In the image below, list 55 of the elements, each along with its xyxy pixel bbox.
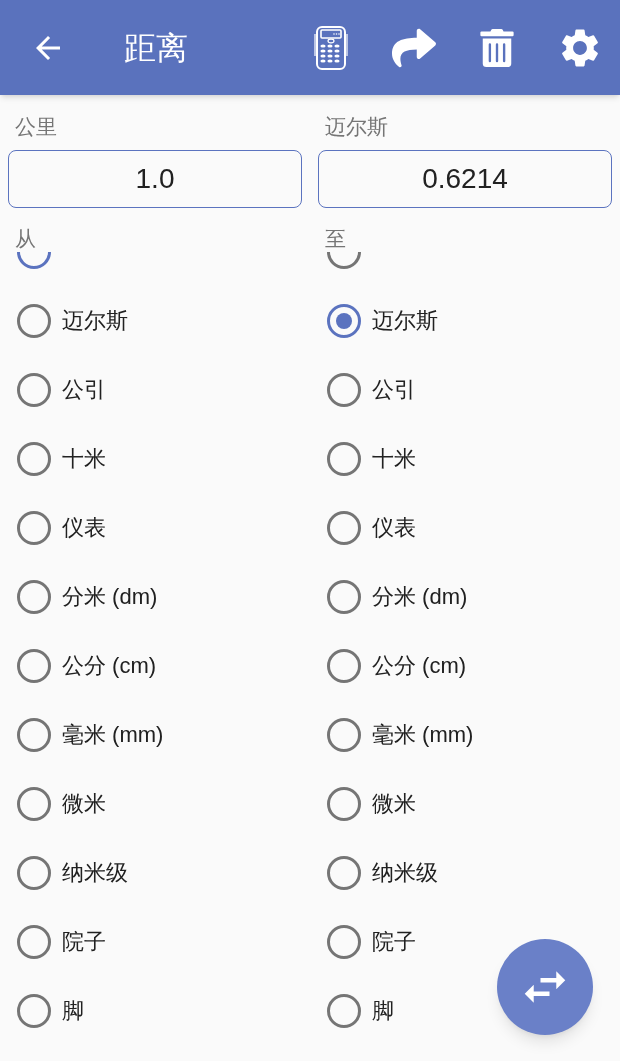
- radio-icon[interactable]: [327, 648, 361, 683]
- radio-icon[interactable]: [327, 441, 361, 476]
- trash-icon: [478, 28, 516, 67]
- unit-radio-option[interactable]: 微米: [17, 786, 106, 821]
- radio-icon[interactable]: [17, 441, 51, 476]
- unit-radio-option[interactable]: 院子: [17, 924, 106, 959]
- unit-radio-option[interactable]: 迈尔斯: [327, 303, 438, 338]
- unit-radio-option[interactable]: 十米: [17, 441, 106, 476]
- radio-icon[interactable]: [17, 648, 51, 683]
- radio-icon[interactable]: [17, 855, 51, 890]
- list-label: 至: [324, 227, 346, 251]
- calculator-icon: [314, 25, 348, 70]
- screen-title: 距离: [124, 28, 188, 68]
- value-field[interactable]: 1.0: [8, 150, 302, 208]
- unit-radio-option[interactable]: 微米: [327, 786, 416, 821]
- radio-icon[interactable]: [17, 579, 51, 614]
- unit-radio-option[interactable]: 仪表: [327, 510, 416, 545]
- unit-radio-option[interactable]: 毫米 (mm): [327, 717, 474, 752]
- radio-icon[interactable]: [327, 579, 361, 614]
- unit-label: 迈尔斯: [324, 114, 388, 140]
- unit-radio-option[interactable]: 纳米级: [327, 855, 438, 890]
- radio-icon[interactable]: [327, 786, 361, 821]
- radio-icon[interactable]: [17, 372, 51, 407]
- unit-radio-option[interactable]: 毫米 (mm): [17, 717, 164, 752]
- radio-icon[interactable]: [327, 993, 361, 1028]
- radio-icon[interactable]: [17, 993, 51, 1028]
- unit-radio-option[interactable]: 公引: [327, 372, 416, 407]
- radio-icon[interactable]: [327, 251, 361, 269]
- unit-radio-option[interactable]: 脚: [17, 993, 84, 1028]
- radio-icon[interactable]: [17, 924, 51, 959]
- radio-icon[interactable]: [17, 717, 51, 752]
- list-label: 从: [14, 227, 36, 251]
- unit-radio-option[interactable]: 公分 (cm): [17, 648, 157, 683]
- radio-icon[interactable]: [327, 717, 361, 752]
- unit-radio-option[interactable]: 分米 (dm): [327, 579, 468, 614]
- radio-icon[interactable]: [327, 510, 361, 545]
- unit-radio-option[interactable]: 十米: [327, 441, 416, 476]
- unit-radio-option[interactable]: 脚: [327, 993, 394, 1028]
- radio-icon[interactable]: [17, 786, 51, 821]
- radio-icon[interactable]: [17, 510, 51, 545]
- unit-radio-option[interactable]: 公分 (cm): [327, 648, 467, 683]
- value-field[interactable]: 0.6214: [318, 150, 612, 208]
- radio-icon[interactable]: [327, 855, 361, 890]
- unit-radio-option[interactable]: 迈尔斯: [17, 303, 128, 338]
- unit-radio-option[interactable]: 院子: [327, 924, 416, 959]
- radio-icon[interactable]: [327, 924, 361, 959]
- unit-radio-option[interactable]: 分米 (dm): [17, 579, 158, 614]
- radio-icon[interactable]: [17, 251, 51, 269]
- radio-icon[interactable]: [327, 372, 361, 407]
- unit-radio-option[interactable]: 纳米级: [17, 855, 128, 890]
- unit-radio-option[interactable]: 仪表: [17, 510, 106, 545]
- unit-label: 公里: [14, 114, 57, 140]
- unit-radio-option[interactable]: 公引: [17, 372, 106, 407]
- radio-icon[interactable]: [17, 303, 51, 338]
- radio-icon[interactable]: [327, 303, 361, 338]
